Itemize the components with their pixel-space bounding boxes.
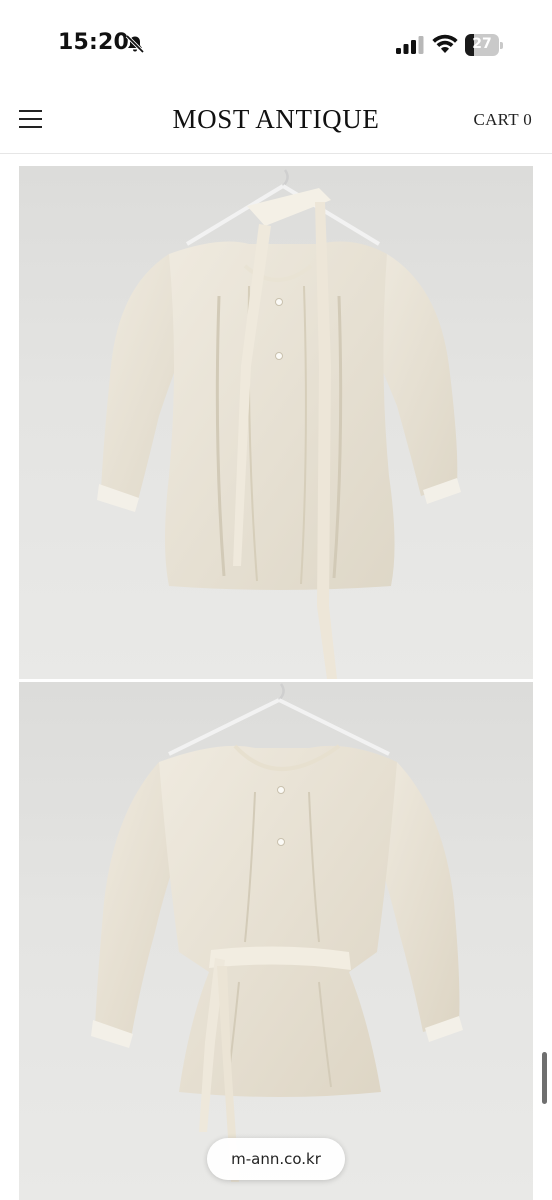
url-bar-domain[interactable]: m-ann.co.kr [207, 1138, 345, 1180]
battery-level: 27 [472, 36, 492, 52]
bell-slash-icon [125, 35, 145, 53]
product-page: 15:20 27 MOST ANTIQUE CART 0 m-ann.co.kr [0, 0, 552, 1200]
product-photo-front-belted [19, 682, 533, 1200]
product-photo-front-scarf [19, 166, 533, 679]
battery-icon: 27 [465, 34, 503, 56]
scrollbar-thumb[interactable] [542, 1052, 547, 1104]
brand-logo[interactable]: MOST ANTIQUE [0, 104, 552, 135]
wifi-icon [432, 34, 458, 53]
hamburger-menu-icon[interactable] [19, 110, 42, 128]
cart-link[interactable]: CART 0 [473, 110, 532, 130]
status-time: 15:20 [58, 30, 130, 55]
cellular-signal-icon [396, 36, 424, 54]
status-bar: 15:20 27 [0, 0, 552, 92]
site-header: MOST ANTIQUE CART 0 [0, 92, 552, 154]
